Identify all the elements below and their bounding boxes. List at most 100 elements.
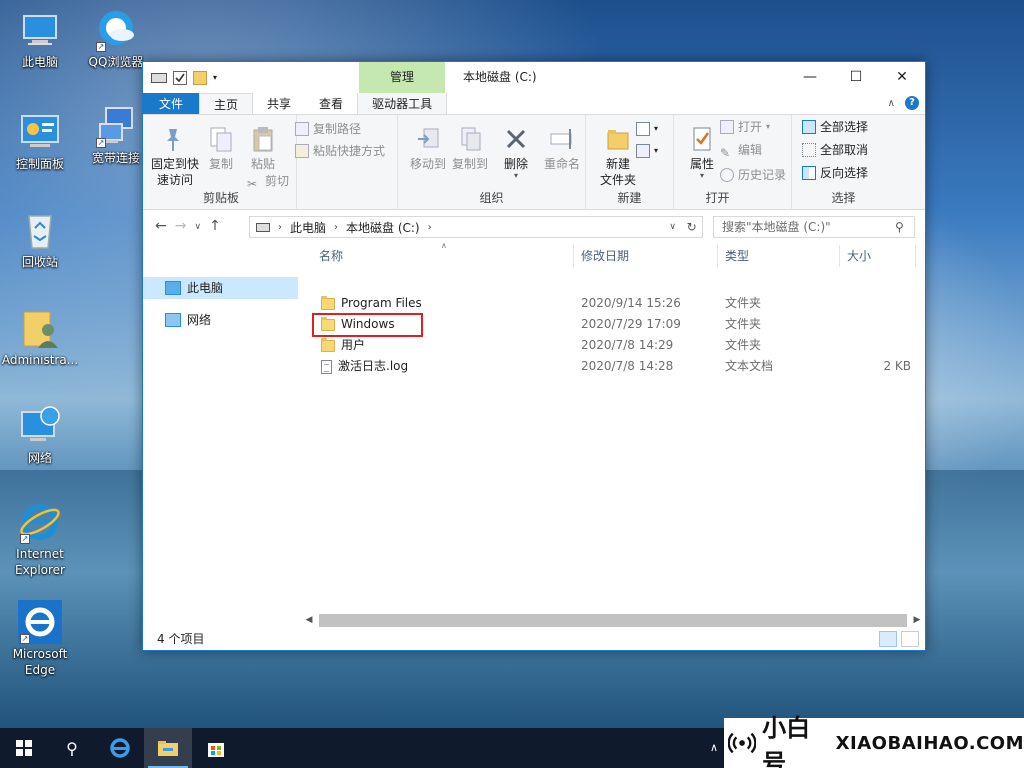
select-all-button[interactable]: 全部选择 (802, 117, 868, 137)
breadcrumb-separator-icon[interactable]: › (334, 222, 338, 233)
group-organize: 移动到 复制到 删除 ▾ 重命名 组织 (398, 115, 586, 210)
new-item-icon (636, 122, 650, 136)
column-divider[interactable] (915, 245, 916, 267)
minimize-button[interactable]: — (787, 62, 833, 93)
window-controls: — ☐ ✕ (787, 62, 925, 93)
pin-quick-access-button[interactable]: 固定到快速访问 (147, 125, 199, 188)
breadcrumb-separator-icon[interactable]: › (428, 222, 432, 233)
tab-file[interactable]: 文件 (143, 93, 200, 114)
breadcrumb-this-pc[interactable]: 此电脑 (290, 219, 326, 236)
open-icon (720, 120, 734, 134)
desktop-icon-internet-explorer[interactable]: ↗ Internet Explorer (0, 500, 80, 578)
large-icons-view-icon[interactable] (901, 631, 919, 647)
watermark-cn: 小白号 (762, 714, 811, 768)
file-row[interactable]: 用户 2020/7/8 14:29 文件夹 (301, 335, 925, 356)
desktop-icon-label: Administra... (1, 353, 79, 367)
address-bar[interactable]: › 此电脑 › 本地磁盘 (C:) › (249, 216, 703, 238)
close-button[interactable]: ✕ (879, 62, 925, 93)
address-dropdown-icon[interactable]: ∨ (669, 222, 676, 232)
tab-drive-tools[interactable]: 驱动器工具 (357, 93, 448, 114)
nav-item-network[interactable]: 网络 (165, 309, 211, 331)
horizontal-scrollbar[interactable]: ◀ ▶ (301, 612, 925, 628)
ribbon: 固定到快速访问 复制 粘贴 复制路径 粘贴快捷方式 ✂ 剪切 剪贴板 移动到 复… (143, 115, 925, 210)
file-row[interactable]: Program Files 2020/9/14 15:26 文件夹 (301, 293, 925, 314)
scroll-left-icon[interactable]: ◀ (301, 615, 317, 625)
desktop-icon-administrator[interactable]: Administra... (0, 306, 80, 368)
column-size[interactable]: 大小 (847, 245, 871, 267)
collapse-ribbon-icon[interactable]: ∧ (888, 98, 895, 109)
edge-icon (110, 738, 130, 758)
new-item-button[interactable]: ▾ (636, 119, 658, 139)
cut-button[interactable]: ✂ 剪切 (247, 171, 289, 191)
history-button[interactable]: 历史记录 (720, 165, 786, 185)
details-view-icon[interactable] (879, 631, 897, 647)
open-button[interactable]: 打开 ▾ (720, 117, 770, 137)
explorer-body: 此电脑 网络 名称 ∧ 修改日期 类型 大小 Program Files 202… (143, 241, 925, 628)
taskbar-explorer-button[interactable] (144, 728, 192, 768)
column-divider[interactable] (839, 245, 840, 267)
back-arrow-icon[interactable]: ← (155, 218, 167, 236)
easy-access-button[interactable]: ▾ (636, 141, 658, 161)
properties-check-icon[interactable] (173, 70, 187, 85)
desktop-icon-label: 回收站 (21, 255, 58, 269)
refresh-icon[interactable]: ↻ (687, 220, 697, 234)
navigation-pane: 此电脑 网络 (143, 245, 301, 628)
invert-selection-button[interactable]: 反向选择 (802, 163, 868, 183)
tab-share[interactable]: 共享 (253, 93, 305, 114)
column-type[interactable]: 类型 (725, 245, 749, 267)
recent-chevron-icon[interactable]: ∨ (194, 218, 201, 236)
file-date: 2020/7/8 14:29 (581, 338, 674, 352)
copy-path-icon (295, 122, 309, 136)
edit-button[interactable]: ✎ 编辑 (720, 140, 762, 160)
copy-path-button[interactable]: 复制路径 (295, 119, 361, 139)
start-button[interactable] (0, 728, 48, 768)
taskbar-edge-button[interactable] (96, 728, 144, 768)
breadcrumb-drive-c[interactable]: 本地磁盘 (C:) (346, 219, 420, 236)
desktop-icon-edge[interactable]: ↗ Microsoft Edge (0, 600, 80, 678)
search-input[interactable]: 搜索"本地磁盘 (C:)" (713, 216, 915, 238)
copy-to-button[interactable]: 复制到 (444, 125, 496, 172)
rename-button[interactable]: 重命名 (536, 125, 588, 172)
column-divider[interactable] (717, 245, 718, 267)
desktop-icon-recycle-bin[interactable]: 回收站 (0, 208, 80, 270)
drive-breadcrumb-icon (256, 222, 270, 232)
delete-button[interactable]: 删除 ▾ (490, 125, 542, 180)
delete-dropdown-icon[interactable]: ▾ (490, 172, 542, 180)
desktop-icon-network[interactable]: 网络 (0, 404, 80, 466)
group-label-clipboard: 剪贴板 (203, 191, 240, 205)
breadcrumb-separator-icon[interactable]: › (278, 222, 282, 233)
search-taskbar-button[interactable]: ⚲ (48, 728, 96, 768)
network-small-icon (165, 313, 181, 327)
computer-small-icon (165, 281, 181, 295)
tray-overflow-icon[interactable]: ∧ (710, 728, 718, 768)
desktop-icon-this-pc[interactable]: 此电脑 (0, 8, 80, 70)
tab-view[interactable]: 查看 (305, 93, 357, 114)
scroll-thumb[interactable] (319, 613, 907, 627)
new-folder-qat-icon[interactable] (193, 70, 207, 85)
scroll-right-icon[interactable]: ▶ (909, 615, 925, 625)
broadband-connection-icon: ↗ (94, 104, 138, 148)
tab-manage-context[interactable]: 管理 (359, 62, 445, 93)
column-header: 名称 ∧ 修改日期 类型 大小 (301, 241, 925, 267)
file-row[interactable]: 激活日志.log 2020/7/8 14:28 文本文档 2 KB (301, 356, 925, 377)
maximize-button[interactable]: ☐ (833, 62, 879, 93)
up-arrow-icon[interactable]: ↑ (209, 218, 221, 236)
taskbar-store-button[interactable] (192, 728, 240, 768)
column-date[interactable]: 修改日期 (581, 245, 629, 267)
forward-arrow-icon[interactable]: → (175, 218, 187, 236)
qat-dropdown-icon[interactable]: ▾ (213, 71, 221, 85)
column-divider[interactable] (573, 245, 574, 267)
paste-shortcut-button[interactable]: 粘贴快捷方式 (295, 141, 385, 161)
help-icon[interactable]: ? (905, 96, 919, 110)
ribbon-right-controls: ∧ ? (888, 96, 919, 110)
title-bar[interactable]: ▾ 管理 本地磁盘 (C:) — ☐ ✕ (143, 62, 925, 93)
desktop-icon-control-panel[interactable]: 控制面板 (0, 110, 80, 172)
file-type: 文件夹 (725, 296, 762, 310)
tab-home[interactable]: 主页 (199, 93, 254, 114)
paste-button[interactable]: 粘贴 (237, 125, 289, 172)
column-name[interactable]: 名称 (319, 245, 343, 267)
history-icon (720, 168, 734, 182)
nav-item-this-pc[interactable]: 此电脑 (143, 277, 298, 299)
address-row: ← → ∨ ↑ › 此电脑 › 本地磁盘 (C:) › ∨ ↻ 搜索"本地磁盘 … (143, 210, 925, 244)
select-none-button[interactable]: 全部取消 (802, 140, 868, 160)
